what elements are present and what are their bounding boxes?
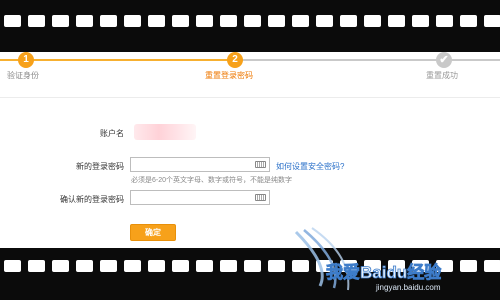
film-hole	[4, 15, 21, 27]
step-1-label: 验证身份	[7, 71, 39, 80]
film-hole	[52, 15, 69, 27]
film-hole	[28, 260, 45, 272]
password-hint: 必须是6-20个英文字母、数字或符号，不能是纯数字	[131, 177, 293, 184]
film-hole	[388, 15, 405, 27]
progress-steps: 1 2 ✔ 验证身份 重置登录密码 重置成功	[0, 52, 500, 88]
confirm-button[interactable]: 确定	[130, 224, 176, 241]
film-hole	[52, 260, 69, 272]
film-hole	[244, 15, 261, 27]
keyboard-icon[interactable]	[255, 194, 266, 201]
film-strip-top	[0, 0, 500, 52]
new-password-label: 新的登录密码	[76, 162, 124, 171]
step-3-check-icon: ✔	[436, 52, 452, 68]
film-hole	[124, 15, 141, 27]
film-hole	[100, 15, 117, 27]
section-divider	[0, 97, 500, 98]
film-hole	[196, 15, 213, 27]
progress-track-pending	[235, 59, 500, 61]
film-hole	[100, 260, 117, 272]
watermark-subtext: jingyan.baidu.com	[375, 283, 441, 292]
film-hole	[292, 15, 309, 27]
film-hole	[28, 15, 45, 27]
new-password-field[interactable]	[130, 157, 270, 177]
film-hole	[172, 15, 189, 27]
baidu-jingyan-watermark: 我爱Baidu经验 jingyan.baidu.com	[294, 227, 443, 292]
film-hole	[484, 15, 500, 27]
film-hole	[148, 260, 165, 272]
film-hole	[196, 260, 213, 272]
confirm-password-field[interactable]	[130, 190, 270, 210]
account-label: 账户名	[100, 129, 124, 138]
film-hole	[4, 260, 21, 272]
film-hole	[340, 15, 357, 27]
confirm-password-label: 确认新的登录密码	[60, 195, 124, 204]
confirm-password-input[interactable]	[131, 197, 249, 210]
step-2-icon: 2	[227, 52, 243, 68]
film-hole	[220, 15, 237, 27]
film-hole	[364, 15, 381, 27]
film-hole	[436, 15, 453, 27]
account-value-redacted	[134, 124, 196, 140]
watermark-text: 我爱Baidu经验	[326, 262, 442, 282]
film-hole	[76, 260, 93, 272]
film-hole	[268, 15, 285, 27]
film-hole	[268, 260, 285, 272]
film-hole	[76, 15, 93, 27]
password-help-link[interactable]: 如何设置安全密码?	[276, 161, 344, 172]
film-hole	[172, 260, 189, 272]
film-hole	[412, 15, 429, 27]
film-hole	[244, 260, 261, 272]
film-hole	[460, 15, 477, 27]
keyboard-icon[interactable]	[255, 161, 266, 168]
progress-track-done	[0, 59, 235, 61]
film-hole	[148, 15, 165, 27]
film-hole	[124, 260, 141, 272]
film-hole	[316, 15, 333, 27]
film-hole	[220, 260, 237, 272]
step-3-label: 重置成功	[426, 71, 458, 80]
step-2-label: 重置登录密码	[205, 71, 253, 80]
step-1-icon: 1	[18, 52, 34, 68]
film-holes-top	[0, 15, 500, 27]
